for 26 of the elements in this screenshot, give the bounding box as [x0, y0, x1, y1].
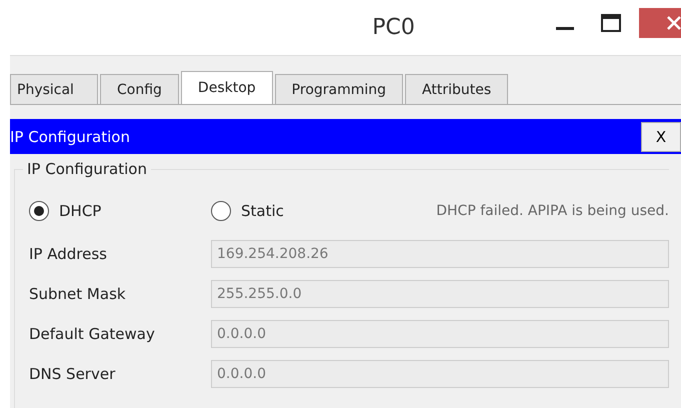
- tab[interactable]: Desktop: [180, 71, 273, 104]
- field-label: DNS Server: [29, 365, 116, 383]
- tab[interactable]: Config: [100, 74, 179, 104]
- close-icon: [667, 16, 681, 30]
- panel-title: IP Configuration: [10, 128, 130, 146]
- input-field[interactable]: 0.0.0.0: [211, 360, 669, 388]
- input-field[interactable]: 169.254.208.26: [211, 240, 669, 268]
- input-field[interactable]: 0.0.0.0: [211, 320, 669, 348]
- tab[interactable]: Physical: [10, 74, 98, 104]
- status-text: DHCP failed. APIPA is being used.: [436, 203, 669, 219]
- input-field[interactable]: 255.255.0.0: [211, 280, 669, 308]
- radio-label: Static: [241, 202, 284, 220]
- field-label: Default Gateway: [29, 325, 156, 343]
- minimize-icon: [556, 26, 574, 30]
- radio-button[interactable]: [211, 201, 231, 221]
- close-button[interactable]: X: [641, 122, 681, 152]
- radio-button[interactable]: [29, 201, 49, 221]
- window-title: PC0: [371, 15, 416, 40]
- close-button[interactable]: [639, 8, 681, 38]
- tab[interactable]: Attributes: [405, 74, 508, 104]
- tab[interactable]: Programming: [274, 74, 404, 104]
- field-label: Subnet Mask: [29, 285, 127, 303]
- field-label: IP Address: [29, 245, 108, 263]
- radio-label: DHCP: [59, 202, 102, 220]
- group-title: IP Configuration: [23, 160, 151, 178]
- maximize-icon: [601, 14, 621, 32]
